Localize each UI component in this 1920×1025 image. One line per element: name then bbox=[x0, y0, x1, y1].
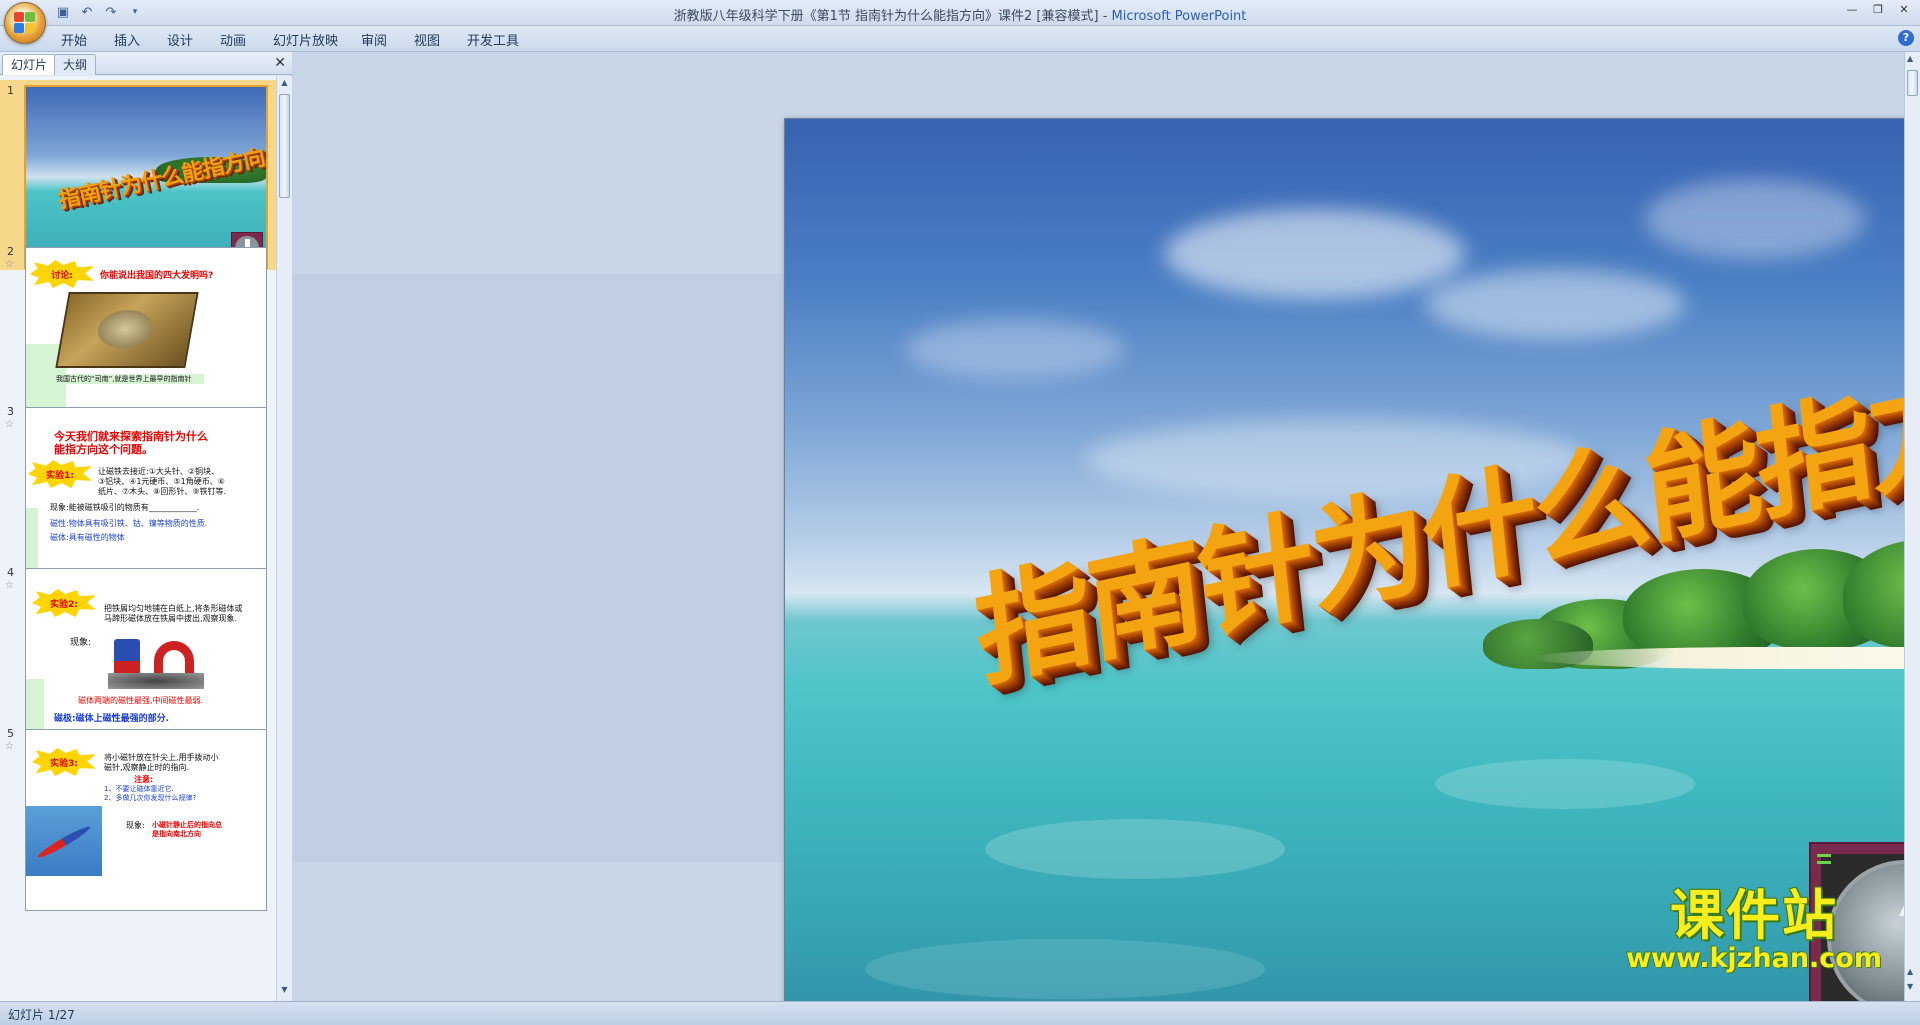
slide-number: 1 bbox=[7, 84, 14, 97]
slide-editing-area: 指南针为什么能指方向 课件站 www.kjzhan.com bbox=[293, 52, 1920, 1025]
tab-developer[interactable]: 开发工具 bbox=[463, 30, 523, 49]
thumbnail-text: 磁性:物体具有吸引铁、钴、镍等物质的性质. bbox=[50, 519, 208, 528]
thumbnail-text: 是指向南北方向 bbox=[152, 830, 201, 838]
animation-icon: ☆ bbox=[5, 580, 14, 591]
scroll-thumb[interactable] bbox=[279, 94, 290, 198]
watermark-url: www.kjzhan.com bbox=[1626, 943, 1882, 974]
office-button[interactable] bbox=[4, 2, 46, 44]
tab-review[interactable]: 审阅 bbox=[357, 30, 391, 49]
callout-burst: 实验1: bbox=[28, 460, 92, 488]
slide-number: 5 bbox=[7, 727, 14, 740]
close-icon[interactable]: ✕ bbox=[1892, 1, 1916, 17]
thumbnail-text: 磁体:具有磁性的物体 bbox=[50, 533, 125, 542]
scroll-up-icon[interactable]: ▲ bbox=[278, 78, 291, 92]
slides-panel: 幻灯片 大纲 ✕ 1 指南针为什么能指方向 2 ☆ 讨论: 你能说出我国的四大发… bbox=[0, 52, 292, 1001]
tab-view[interactable]: 视图 bbox=[410, 30, 444, 49]
watermark: 课件站 www.kjzhan.com bbox=[1626, 887, 1882, 973]
status-bar: 幻灯片 1/27 bbox=[0, 1001, 1920, 1025]
tab-animations[interactable]: 动画 bbox=[216, 30, 250, 49]
thumbnail-text: 磁针,观察静止时的指向. bbox=[104, 763, 190, 772]
thumbnail-text: 磁体两端的磁性最强,中间磁性最弱. bbox=[78, 696, 204, 705]
slide-number: 2 bbox=[7, 245, 14, 258]
tab-home[interactable]: 开始 bbox=[57, 30, 91, 49]
compass-needle-image bbox=[26, 806, 102, 876]
compass-corner-icon bbox=[1817, 854, 1831, 864]
ribbon-tabs: 开始 插入 设计 动画 幻灯片放映 审阅 视图 开发工具 bbox=[0, 26, 1920, 52]
scroll-down-icon[interactable]: ▼ bbox=[278, 985, 291, 999]
thumbnail-title: 能指方向这个问题。 bbox=[54, 443, 153, 456]
window-controls: — ❐ ✕ bbox=[1840, 1, 1916, 17]
thumbnail-wordart: 指南针为什么能指方向 bbox=[56, 145, 267, 214]
slide-counter: 幻灯片 1/27 bbox=[8, 1008, 75, 1022]
panel-tabs: 幻灯片 大纲 ✕ bbox=[0, 52, 292, 75]
next-slide-icon[interactable]: ▼ bbox=[1907, 982, 1913, 991]
thumbnail-caption: 我国古代的“司南”,就是世界上最早的指南针 bbox=[56, 375, 192, 383]
thumbnail-text: 2、多做几次你发现什么规律? bbox=[104, 794, 197, 802]
tab-design[interactable]: 设计 bbox=[163, 30, 197, 49]
thumbnail-text: 现象: bbox=[70, 638, 92, 648]
watermark-text: 课件站 bbox=[1670, 884, 1839, 947]
animation-icon: ☆ bbox=[5, 259, 14, 270]
slide-thumbnail-5[interactable]: 5 ☆ 实验3: 将小磁针放在针尖上,用手拨动小 磁针,观察静止时的指向. 注意… bbox=[0, 723, 276, 913]
callout-burst: 讨论: bbox=[30, 260, 94, 288]
close-icon[interactable]: ✕ bbox=[274, 55, 286, 71]
thumbnail-image: 实验3: 将小磁针放在针尖上,用手拨动小 磁针,观察静止时的指向. 注意: 1、… bbox=[25, 729, 267, 911]
panel-scrollbar[interactable]: ▲ ▼ bbox=[276, 76, 292, 1001]
sinan-spoon-image bbox=[55, 292, 199, 368]
slide-thumbnails: 1 指南针为什么能指方向 2 ☆ 讨论: 你能说出我国的四大发明吗? 我国古代的… bbox=[0, 76, 276, 1001]
callout-burst: 实验3: bbox=[32, 748, 96, 776]
restore-icon[interactable]: ❐ bbox=[1866, 1, 1890, 17]
powerpoint-window: ▣ ↶ ↷ ▾ 浙教版八年级科学下册《第1节 指南针为什么能指方向》课件2 [兼… bbox=[0, 0, 1920, 1025]
title-bar: ▣ ↶ ↷ ▾ 浙教版八年级科学下册《第1节 指南针为什么能指方向》课件2 [兼… bbox=[0, 0, 1920, 26]
animation-icon: ☆ bbox=[5, 741, 14, 752]
thumbnail-text: 纸片、⑦木头、⑧回形针、⑨铁钉等. bbox=[98, 487, 227, 496]
thumbnail-text: 现象: bbox=[126, 821, 145, 830]
magnets-image bbox=[108, 635, 204, 689]
tab-slideshow[interactable]: 幻灯片放映 bbox=[269, 30, 342, 49]
editor-scrollbar[interactable]: ▲ ▲ ▼ bbox=[1904, 52, 1920, 1001]
document-title: 浙教版八年级科学下册《第1节 指南针为什么能指方向》课件2 [兼容模式] - bbox=[673, 9, 1112, 24]
help-icon[interactable]: ? bbox=[1898, 30, 1914, 46]
tab-slides[interactable]: 幻灯片 bbox=[2, 54, 57, 75]
slide-number: 4 bbox=[7, 566, 14, 579]
tab-outline[interactable]: 大纲 bbox=[54, 54, 97, 75]
tab-insert[interactable]: 插入 bbox=[110, 30, 144, 49]
animation-icon: ☆ bbox=[5, 419, 14, 430]
thumbnail-text: 现象:能被磁铁吸引的物质有____________. bbox=[50, 503, 200, 512]
thumbnail-text: 马蹄形磁体放在铁屑中拔出,观察现象. bbox=[104, 614, 238, 623]
minimize-icon[interactable]: — bbox=[1840, 1, 1864, 17]
office-logo-icon bbox=[14, 12, 36, 34]
window-title: 浙教版八年级科学下册《第1节 指南针为什么能指方向》课件2 [兼容模式] - M… bbox=[0, 5, 1920, 24]
thumbnail-title: 你能说出我国的四大发明吗? bbox=[100, 271, 214, 281]
scroll-up-icon[interactable]: ▲ bbox=[1907, 54, 1913, 63]
slide-number: 3 bbox=[7, 405, 14, 418]
callout-burst: 实验2: bbox=[32, 589, 96, 617]
prev-slide-icon[interactable]: ▲ bbox=[1907, 967, 1913, 976]
scroll-thumb[interactable] bbox=[1907, 70, 1918, 96]
app-name: Microsoft PowerPoint bbox=[1111, 9, 1247, 24]
